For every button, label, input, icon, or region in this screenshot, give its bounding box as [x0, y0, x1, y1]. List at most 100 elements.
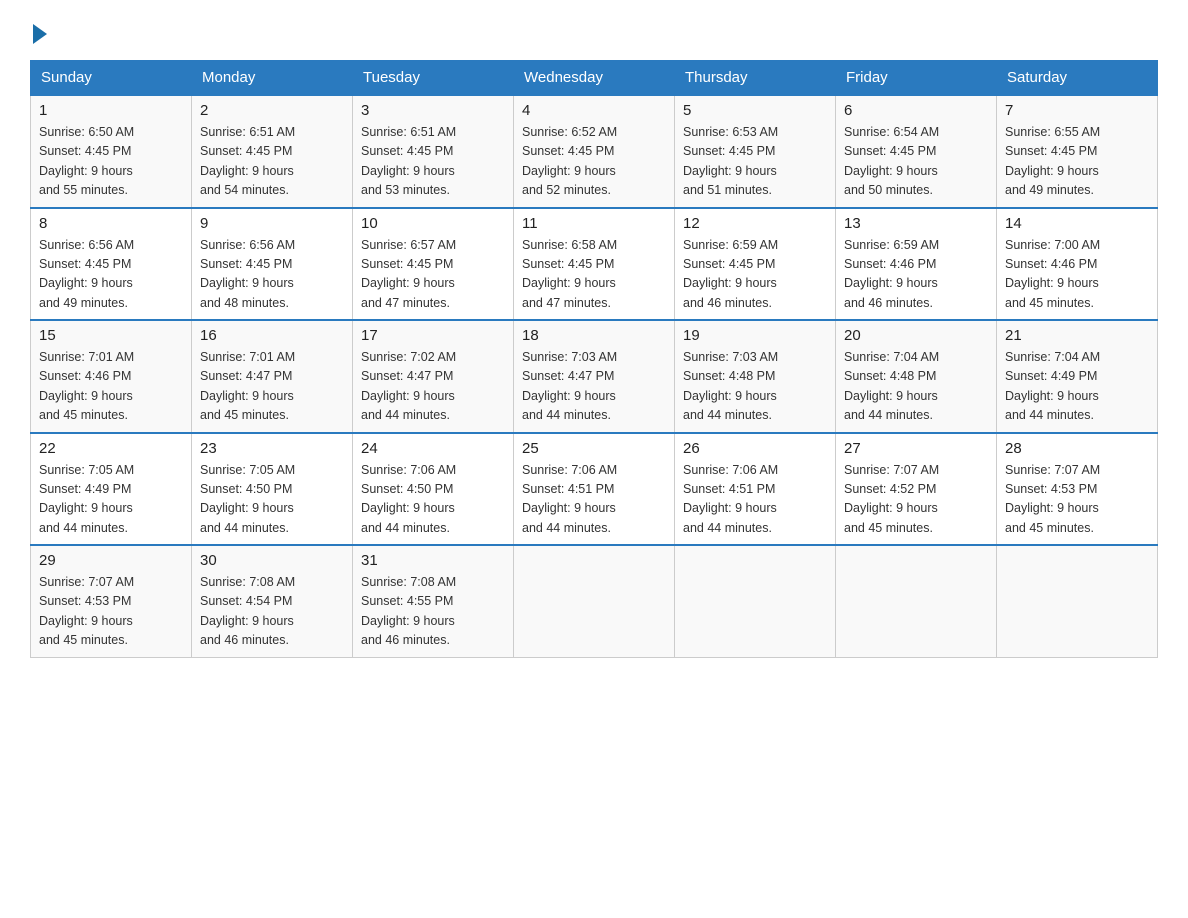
day-number: 20 [844, 327, 988, 344]
day-number: 28 [1005, 440, 1149, 457]
calendar-cell [836, 545, 997, 657]
day-info: Sunrise: 6:50 AMSunset: 4:45 PMDaylight:… [39, 123, 183, 201]
day-number: 27 [844, 440, 988, 457]
day-number: 26 [683, 440, 827, 457]
day-number: 23 [200, 440, 344, 457]
day-number: 19 [683, 327, 827, 344]
day-info: Sunrise: 6:51 AMSunset: 4:45 PMDaylight:… [361, 123, 505, 201]
calendar-cell: 13 Sunrise: 6:59 AMSunset: 4:46 PMDaylig… [836, 208, 997, 321]
col-header-wednesday: Wednesday [514, 61, 675, 96]
col-header-monday: Monday [192, 61, 353, 96]
day-info: Sunrise: 7:08 AMSunset: 4:55 PMDaylight:… [361, 573, 505, 651]
week-row-4: 22 Sunrise: 7:05 AMSunset: 4:49 PMDaylig… [31, 433, 1158, 546]
day-number: 17 [361, 327, 505, 344]
day-info: Sunrise: 7:01 AMSunset: 4:47 PMDaylight:… [200, 348, 344, 426]
calendar-cell: 2 Sunrise: 6:51 AMSunset: 4:45 PMDayligh… [192, 95, 353, 208]
day-number: 22 [39, 440, 183, 457]
day-info: Sunrise: 7:04 AMSunset: 4:49 PMDaylight:… [1005, 348, 1149, 426]
logo-arrow-icon [33, 24, 47, 44]
day-info: Sunrise: 7:04 AMSunset: 4:48 PMDaylight:… [844, 348, 988, 426]
day-number: 30 [200, 552, 344, 569]
calendar-cell [514, 545, 675, 657]
calendar-cell: 4 Sunrise: 6:52 AMSunset: 4:45 PMDayligh… [514, 95, 675, 208]
day-info: Sunrise: 6:51 AMSunset: 4:45 PMDaylight:… [200, 123, 344, 201]
day-info: Sunrise: 6:57 AMSunset: 4:45 PMDaylight:… [361, 236, 505, 314]
calendar-cell: 12 Sunrise: 6:59 AMSunset: 4:45 PMDaylig… [675, 208, 836, 321]
day-info: Sunrise: 7:00 AMSunset: 4:46 PMDaylight:… [1005, 236, 1149, 314]
calendar-cell: 29 Sunrise: 7:07 AMSunset: 4:53 PMDaylig… [31, 545, 192, 657]
calendar-cell: 24 Sunrise: 7:06 AMSunset: 4:50 PMDaylig… [353, 433, 514, 546]
day-info: Sunrise: 6:59 AMSunset: 4:46 PMDaylight:… [844, 236, 988, 314]
day-number: 18 [522, 327, 666, 344]
calendar-cell: 10 Sunrise: 6:57 AMSunset: 4:45 PMDaylig… [353, 208, 514, 321]
day-info: Sunrise: 7:03 AMSunset: 4:47 PMDaylight:… [522, 348, 666, 426]
week-row-5: 29 Sunrise: 7:07 AMSunset: 4:53 PMDaylig… [31, 545, 1158, 657]
calendar-cell: 21 Sunrise: 7:04 AMSunset: 4:49 PMDaylig… [997, 320, 1158, 433]
calendar-cell: 1 Sunrise: 6:50 AMSunset: 4:45 PMDayligh… [31, 95, 192, 208]
calendar-cell: 18 Sunrise: 7:03 AMSunset: 4:47 PMDaylig… [514, 320, 675, 433]
logo [30, 20, 47, 40]
day-number: 9 [200, 215, 344, 232]
day-number: 8 [39, 215, 183, 232]
calendar-cell: 7 Sunrise: 6:55 AMSunset: 4:45 PMDayligh… [997, 95, 1158, 208]
col-header-tuesday: Tuesday [353, 61, 514, 96]
calendar-cell: 11 Sunrise: 6:58 AMSunset: 4:45 PMDaylig… [514, 208, 675, 321]
day-number: 3 [361, 102, 505, 119]
day-info: Sunrise: 7:03 AMSunset: 4:48 PMDaylight:… [683, 348, 827, 426]
day-info: Sunrise: 6:56 AMSunset: 4:45 PMDaylight:… [200, 236, 344, 314]
calendar-cell: 14 Sunrise: 7:00 AMSunset: 4:46 PMDaylig… [997, 208, 1158, 321]
day-number: 7 [1005, 102, 1149, 119]
day-number: 16 [200, 327, 344, 344]
week-row-3: 15 Sunrise: 7:01 AMSunset: 4:46 PMDaylig… [31, 320, 1158, 433]
day-number: 31 [361, 552, 505, 569]
col-header-sunday: Sunday [31, 61, 192, 96]
calendar-cell: 20 Sunrise: 7:04 AMSunset: 4:48 PMDaylig… [836, 320, 997, 433]
day-number: 12 [683, 215, 827, 232]
week-row-2: 8 Sunrise: 6:56 AMSunset: 4:45 PMDayligh… [31, 208, 1158, 321]
col-header-thursday: Thursday [675, 61, 836, 96]
calendar-cell: 19 Sunrise: 7:03 AMSunset: 4:48 PMDaylig… [675, 320, 836, 433]
day-info: Sunrise: 6:53 AMSunset: 4:45 PMDaylight:… [683, 123, 827, 201]
week-row-1: 1 Sunrise: 6:50 AMSunset: 4:45 PMDayligh… [31, 95, 1158, 208]
day-number: 21 [1005, 327, 1149, 344]
day-info: Sunrise: 6:56 AMSunset: 4:45 PMDaylight:… [39, 236, 183, 314]
day-number: 5 [683, 102, 827, 119]
calendar-cell [675, 545, 836, 657]
calendar-cell: 5 Sunrise: 6:53 AMSunset: 4:45 PMDayligh… [675, 95, 836, 208]
calendar-cell [997, 545, 1158, 657]
calendar-cell: 26 Sunrise: 7:06 AMSunset: 4:51 PMDaylig… [675, 433, 836, 546]
calendar-cell: 22 Sunrise: 7:05 AMSunset: 4:49 PMDaylig… [31, 433, 192, 546]
day-info: Sunrise: 7:01 AMSunset: 4:46 PMDaylight:… [39, 348, 183, 426]
day-info: Sunrise: 7:06 AMSunset: 4:51 PMDaylight:… [683, 461, 827, 539]
day-info: Sunrise: 6:55 AMSunset: 4:45 PMDaylight:… [1005, 123, 1149, 201]
day-info: Sunrise: 7:07 AMSunset: 4:53 PMDaylight:… [39, 573, 183, 651]
day-info: Sunrise: 7:05 AMSunset: 4:49 PMDaylight:… [39, 461, 183, 539]
day-info: Sunrise: 6:59 AMSunset: 4:45 PMDaylight:… [683, 236, 827, 314]
day-number: 25 [522, 440, 666, 457]
col-header-saturday: Saturday [997, 61, 1158, 96]
calendar-cell: 16 Sunrise: 7:01 AMSunset: 4:47 PMDaylig… [192, 320, 353, 433]
day-number: 10 [361, 215, 505, 232]
day-info: Sunrise: 6:58 AMSunset: 4:45 PMDaylight:… [522, 236, 666, 314]
day-info: Sunrise: 7:06 AMSunset: 4:50 PMDaylight:… [361, 461, 505, 539]
calendar-table: SundayMondayTuesdayWednesdayThursdayFrid… [30, 60, 1158, 658]
calendar-cell: 6 Sunrise: 6:54 AMSunset: 4:45 PMDayligh… [836, 95, 997, 208]
calendar-cell: 17 Sunrise: 7:02 AMSunset: 4:47 PMDaylig… [353, 320, 514, 433]
day-number: 11 [522, 215, 666, 232]
day-info: Sunrise: 6:54 AMSunset: 4:45 PMDaylight:… [844, 123, 988, 201]
calendar-cell: 28 Sunrise: 7:07 AMSunset: 4:53 PMDaylig… [997, 433, 1158, 546]
day-info: Sunrise: 7:08 AMSunset: 4:54 PMDaylight:… [200, 573, 344, 651]
day-info: Sunrise: 7:07 AMSunset: 4:53 PMDaylight:… [1005, 461, 1149, 539]
day-number: 13 [844, 215, 988, 232]
day-info: Sunrise: 7:07 AMSunset: 4:52 PMDaylight:… [844, 461, 988, 539]
calendar-cell: 30 Sunrise: 7:08 AMSunset: 4:54 PMDaylig… [192, 545, 353, 657]
day-info: Sunrise: 7:02 AMSunset: 4:47 PMDaylight:… [361, 348, 505, 426]
day-number: 1 [39, 102, 183, 119]
day-number: 2 [200, 102, 344, 119]
day-number: 6 [844, 102, 988, 119]
day-number: 24 [361, 440, 505, 457]
calendar-header-row: SundayMondayTuesdayWednesdayThursdayFrid… [31, 61, 1158, 96]
day-number: 4 [522, 102, 666, 119]
calendar-cell: 15 Sunrise: 7:01 AMSunset: 4:46 PMDaylig… [31, 320, 192, 433]
calendar-cell: 9 Sunrise: 6:56 AMSunset: 4:45 PMDayligh… [192, 208, 353, 321]
